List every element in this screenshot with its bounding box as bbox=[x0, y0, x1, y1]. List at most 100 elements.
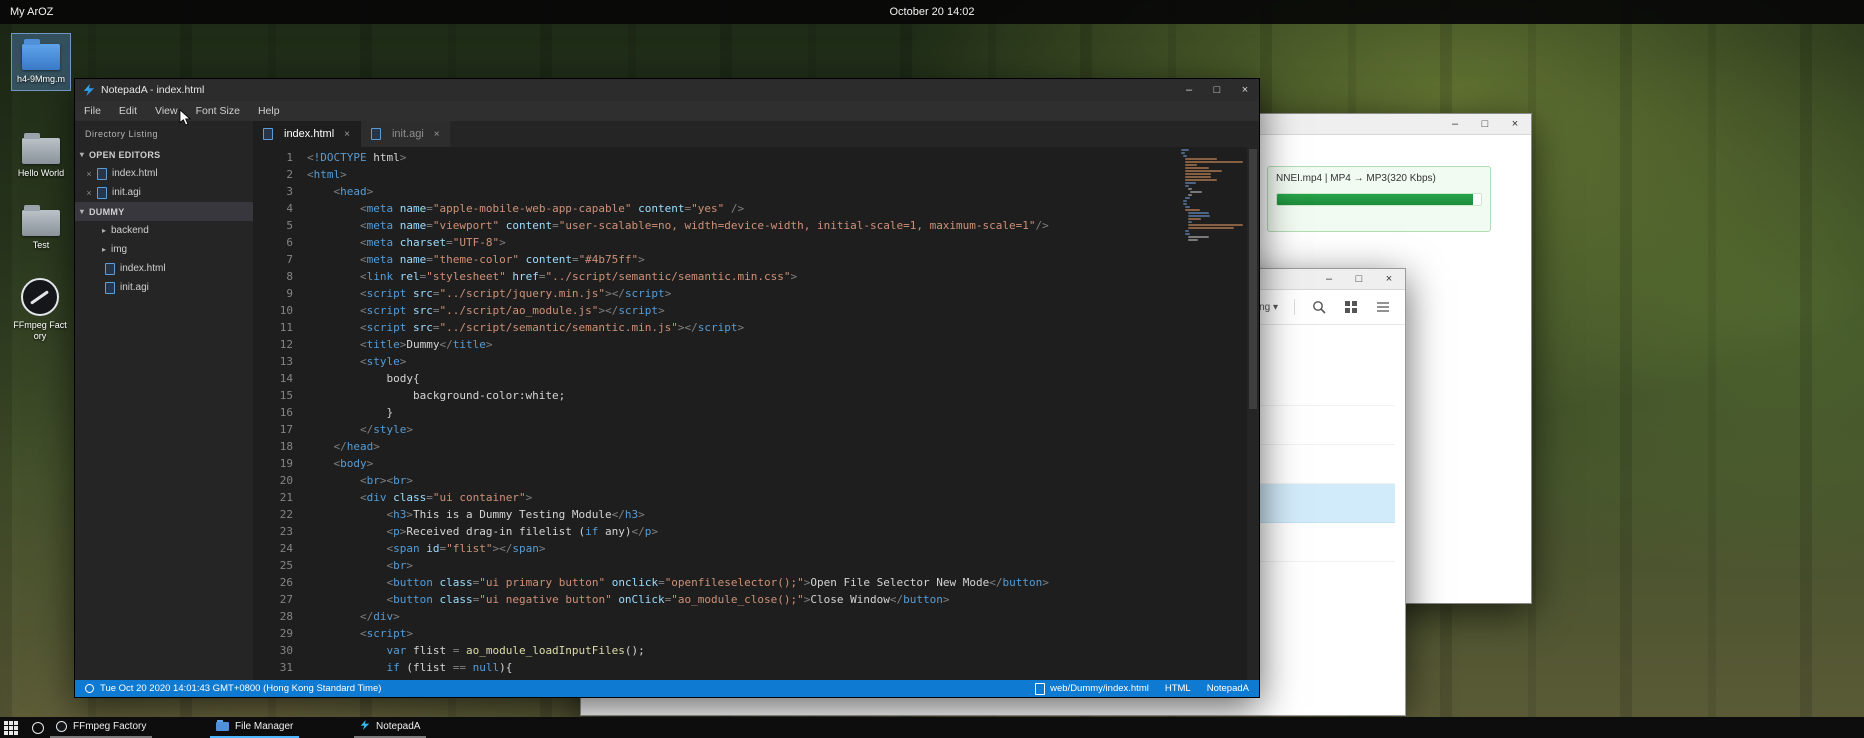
code-editor[interactable]: 1234567891011121314151617181920212223242… bbox=[253, 147, 1259, 680]
notepad-sidebar: Directory Listing ▾ OPEN EDITORS × index… bbox=[75, 121, 253, 680]
show-desktop-icon[interactable] bbox=[32, 722, 44, 734]
taskbar-item-file-manager[interactable]: File Manager bbox=[210, 717, 299, 738]
chevron-down-icon: ▾ bbox=[1273, 302, 1278, 313]
desktop-icon-ffmpeg-factory[interactable]: FFmpeg Factory bbox=[12, 276, 68, 342]
progress-bar-track bbox=[1276, 193, 1482, 206]
folder-section-dummy[interactable]: ▾ DUMMY bbox=[75, 202, 253, 221]
taskbar-item-ffmpeg-factory[interactable]: FFmpeg Factory bbox=[50, 717, 152, 738]
menu-help[interactable]: Help bbox=[249, 101, 289, 121]
close-button[interactable]: × bbox=[1231, 79, 1259, 101]
list-view-icon[interactable] bbox=[1375, 299, 1391, 315]
tree-item-index-html[interactable]: index.html bbox=[75, 259, 253, 278]
blue-folder-icon bbox=[22, 44, 60, 70]
desktop-icon-label: FFmpeg Factory bbox=[12, 320, 68, 342]
line-numbers: 1234567891011121314151617181920212223242… bbox=[253, 147, 307, 680]
editor-tab-bar: index.html × init.agi × bbox=[253, 121, 1259, 147]
file-icon bbox=[97, 187, 107, 199]
close-icon[interactable]: × bbox=[344, 129, 350, 140]
top-bar: October 20 14:02 My ArOZ bbox=[0, 0, 1864, 24]
notepada-logo-icon bbox=[360, 720, 370, 733]
status-app-name: NotepadA bbox=[1207, 683, 1249, 694]
notepad-status-bar: Tue Oct 20 2020 14:01:43 GMT+0800 (Hong … bbox=[75, 680, 1259, 697]
start-menu-icon[interactable] bbox=[4, 721, 18, 735]
minimize-button[interactable]: – bbox=[1447, 118, 1463, 130]
close-icon[interactable]: × bbox=[81, 169, 97, 179]
ffmpeg-progress-fill bbox=[1277, 194, 1473, 205]
taskbar-item-label: NotepadA bbox=[376, 721, 420, 732]
tab-index-html[interactable]: index.html × bbox=[253, 121, 360, 147]
maximize-button[interactable]: □ bbox=[1477, 118, 1493, 130]
status-language[interactable]: HTML bbox=[1165, 683, 1191, 694]
scrollbar-thumb[interactable] bbox=[1249, 149, 1257, 409]
close-icon[interactable]: × bbox=[434, 129, 440, 140]
desktop-icon-label: h4-9Mmg.m bbox=[12, 74, 70, 85]
editor-pane: index.html × init.agi × 1234567891011121… bbox=[253, 121, 1259, 680]
menu-file[interactable]: File bbox=[75, 101, 110, 121]
close-button[interactable]: × bbox=[1381, 273, 1397, 285]
tab-label: index.html bbox=[284, 128, 334, 140]
open-editors-section[interactable]: ▾ OPEN EDITORS bbox=[75, 145, 253, 164]
desktop-icon-test[interactable]: Test bbox=[12, 204, 70, 251]
sidebar-header: Directory Listing bbox=[75, 121, 253, 145]
tree-item-backend[interactable]: ▸ backend bbox=[75, 221, 253, 240]
taskbar: FFmpeg Factory File Manager NotepadA bbox=[0, 717, 1864, 738]
file-icon bbox=[1035, 683, 1045, 695]
file-icon bbox=[371, 128, 381, 140]
conversion-task-label: NNEI.mp4 | MP4 → MP3(320 Kbps) bbox=[1276, 173, 1482, 184]
menu-font-size[interactable]: Font Size bbox=[187, 101, 249, 121]
notepada-title-bar[interactable]: NotepadA - index.html – □ × bbox=[75, 79, 1259, 101]
folder-section-label: DUMMY bbox=[89, 207, 125, 217]
status-datetime: Tue Oct 20 2020 14:01:43 GMT+0800 (Hong … bbox=[100, 683, 381, 694]
chevron-down-icon: ▾ bbox=[75, 150, 89, 159]
close-button[interactable]: × bbox=[1507, 118, 1523, 130]
tree-item-name: init.agi bbox=[120, 282, 149, 293]
tree-item-img[interactable]: ▸ img bbox=[75, 240, 253, 259]
maximize-button[interactable]: □ bbox=[1203, 79, 1231, 101]
minimap[interactable] bbox=[1181, 149, 1245, 242]
folder-icon bbox=[216, 722, 229, 731]
desktop-screen: October 20 14:02 My ArOZ h4-9Mmg.m Hello… bbox=[0, 0, 1864, 738]
clock-icon bbox=[85, 684, 94, 693]
tab-label: init.agi bbox=[392, 128, 424, 140]
desktop-icon-hello-world[interactable]: Hello World bbox=[12, 132, 70, 179]
window-title: NotepadA - index.html bbox=[101, 84, 204, 96]
notepada-logo-icon bbox=[83, 84, 95, 96]
maximize-button[interactable]: □ bbox=[1351, 273, 1367, 285]
folder-icon bbox=[22, 138, 60, 164]
notepada-menu-bar: File Edit View Font Size Help bbox=[75, 101, 1259, 121]
minimize-button[interactable]: – bbox=[1175, 79, 1203, 101]
notepada-window[interactable]: NotepadA - index.html – □ × File Edit Vi… bbox=[74, 78, 1260, 698]
code-content[interactable]: <!DOCTYPE html><html> <head> <meta name=… bbox=[307, 147, 1259, 680]
system-clock: October 20 14:02 bbox=[0, 6, 1864, 18]
tab-init-agi[interactable]: init.agi × bbox=[360, 121, 450, 147]
grid-view-icon[interactable] bbox=[1343, 299, 1359, 315]
taskbar-item-notepada[interactable]: NotepadA bbox=[354, 717, 426, 738]
taskbar-item-label: File Manager bbox=[235, 721, 293, 732]
ffmpeg-app-icon bbox=[56, 721, 67, 732]
toolbar-divider bbox=[1294, 299, 1295, 315]
tree-item-init-agi[interactable]: init.agi bbox=[75, 278, 253, 297]
open-editors-label: OPEN EDITORS bbox=[89, 150, 160, 160]
tree-item-name: backend bbox=[111, 225, 149, 236]
minimize-button[interactable]: – bbox=[1321, 273, 1337, 285]
search-icon[interactable] bbox=[1311, 299, 1327, 315]
menu-edit[interactable]: Edit bbox=[110, 101, 146, 121]
folder-icon bbox=[22, 210, 60, 236]
open-editor-name: index.html bbox=[112, 168, 158, 179]
taskbar-item-label: FFmpeg Factory bbox=[73, 721, 146, 732]
file-icon bbox=[105, 282, 115, 294]
menu-view[interactable]: View bbox=[146, 101, 187, 121]
chevron-right-icon: ▸ bbox=[97, 245, 111, 254]
file-icon bbox=[105, 263, 115, 275]
open-editor-item[interactable]: × index.html bbox=[75, 164, 253, 183]
status-file-path: web/Dummy/index.html bbox=[1050, 683, 1149, 694]
editor-scrollbar[interactable] bbox=[1247, 147, 1259, 680]
conversion-task-card: NNEI.mp4 | MP4 → MP3(320 Kbps) bbox=[1267, 166, 1491, 232]
desktop-icon-file[interactable]: h4-9Mmg.m bbox=[12, 34, 70, 90]
chevron-down-icon: ▾ bbox=[75, 207, 89, 216]
open-editor-item[interactable]: × init.agi bbox=[75, 183, 253, 202]
close-icon[interactable]: × bbox=[81, 188, 97, 198]
desktop-icon-label: Test bbox=[12, 240, 70, 251]
tree-item-name: index.html bbox=[120, 263, 166, 274]
open-editor-name: init.agi bbox=[112, 187, 141, 198]
